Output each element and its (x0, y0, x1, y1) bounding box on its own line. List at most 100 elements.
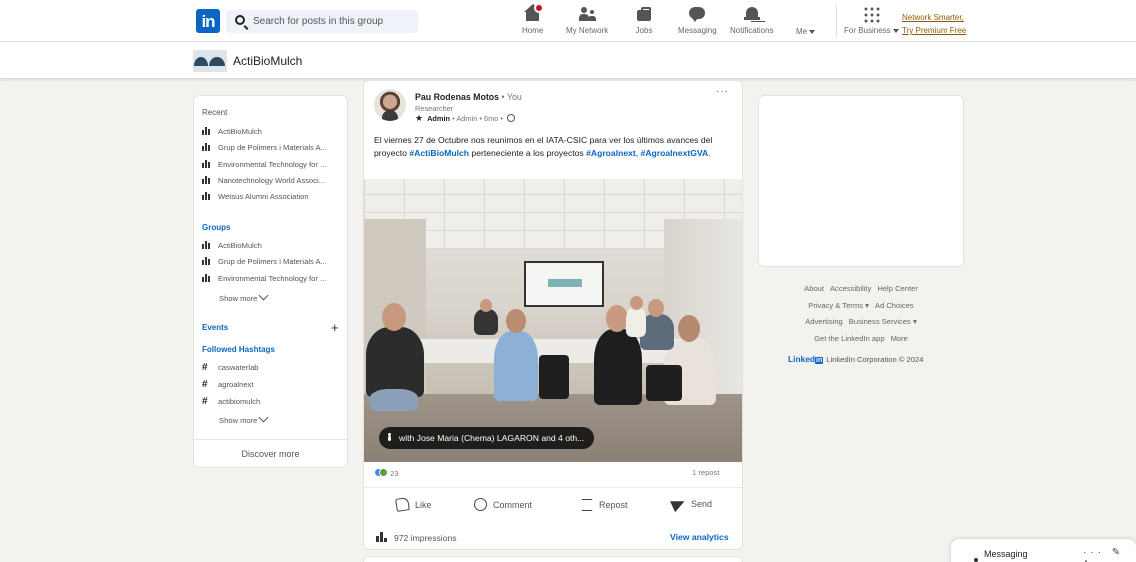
nav-my-network-label: My Network (566, 26, 609, 35)
hashtag-item[interactable]: # agroalnext (202, 379, 342, 390)
footer-link[interactable]: Business Services ▾ (849, 317, 917, 326)
nav-home[interactable]: Home (522, 3, 544, 35)
show-more-hashtags[interactable]: Show more (219, 412, 269, 425)
bar-chart-icon (376, 532, 388, 542)
recent-item[interactable]: Grup de Polimers i Materials A... (202, 143, 342, 152)
premium-link[interactable]: Network Smarter, Try Premium Free (902, 11, 966, 37)
projector-screen (524, 261, 604, 307)
footer-link[interactable]: Privacy & Terms ▾ (808, 301, 869, 310)
impressions: 972 impressions (376, 532, 457, 543)
chat-icon (688, 6, 706, 22)
footer-link[interactable]: Get the LinkedIn app (814, 334, 885, 343)
nav-for-business[interactable]: For Business (844, 6, 899, 35)
status-dot-icon (974, 558, 978, 562)
recent-title: Recent (202, 108, 228, 117)
like-button[interactable]: Like (395, 497, 432, 512)
more-options-icon[interactable]: ··· (716, 86, 729, 97)
messaging-title: Messaging (984, 549, 1028, 559)
chevron-down-icon (258, 412, 269, 423)
group-name[interactable]: ActiBioMulch (233, 54, 302, 68)
briefcase-icon (635, 6, 653, 22)
people-icon (578, 6, 596, 22)
view-analytics-link[interactable]: View analytics (670, 532, 729, 542)
hashtag-icon: # (202, 379, 208, 390)
post-meta-text: • Admin • 6mo • (450, 114, 506, 123)
author-name: Pau Rodenas Motos (415, 92, 500, 102)
group-item[interactable]: ActiBioMulch (202, 241, 342, 250)
copyright: Linkedin LinkedIn Corporation © 2024 (788, 354, 923, 364)
hashtag-link[interactable]: #AgroalnextGVA (641, 148, 709, 158)
linkedin-logo[interactable]: in (196, 9, 220, 33)
post-photo[interactable]: with Jose Maria (Chema) LAGARON and 4 ot… (364, 179, 742, 462)
messaging-controls-icon[interactable]: ··· ✎ ˄ (1083, 547, 1136, 562)
group-item[interactable]: Environmental Technology for ... (202, 274, 342, 283)
comment-icon (474, 498, 487, 511)
author-avatar[interactable] (374, 89, 406, 121)
author-name-line[interactable]: Pau Rodenas Motos • You (415, 92, 522, 102)
reaction-count[interactable]: 23 (374, 468, 399, 478)
nav-notifications-label: Notifications (730, 26, 774, 35)
comment-button[interactable]: Comment (474, 498, 532, 511)
footer-links: About Accessibility Help Center Privacy & … (758, 281, 964, 347)
footer-link[interactable]: Advertising (805, 317, 843, 326)
footer-link[interactable]: Ad Choices (875, 301, 914, 310)
author-role: Researcher (415, 104, 454, 113)
group-icon (202, 127, 211, 135)
home-icon (523, 3, 544, 22)
nav-for-business-label: For Business (844, 26, 891, 35)
show-more-groups[interactable]: Show more (219, 290, 269, 303)
nav-messaging[interactable]: Messaging (678, 6, 717, 35)
premium-line-1: Network Smarter, (902, 13, 964, 22)
group-logo[interactable] (193, 50, 227, 72)
recent-item[interactable]: Environmental Technology for ... (202, 160, 342, 169)
recent-item[interactable]: Wetsus Alumni Association (202, 192, 342, 201)
globe-icon (507, 114, 516, 122)
celebrate-reaction-icon (379, 468, 388, 477)
footer-link[interactable]: More (891, 334, 908, 343)
search-bar[interactable] (226, 10, 418, 33)
nav-notifications[interactable]: Notifications (730, 6, 774, 35)
repost-count[interactable]: 1 repost (692, 468, 719, 477)
tagged-people-badge[interactable]: with Jose Maria (Chema) LAGARON and 4 ot… (379, 427, 595, 449)
hashtags-title[interactable]: Followed Hashtags (202, 345, 275, 354)
chevron-down-icon (258, 290, 269, 301)
nav-jobs[interactable]: Jobs (635, 6, 653, 35)
admin-badge: Admin (427, 114, 451, 123)
group-header: ActiBioMulch (0, 42, 1136, 79)
hashtag-link[interactable]: #ActiBioMulch (409, 148, 469, 158)
hashtag-item[interactable]: # actibiomulch (202, 396, 342, 407)
messaging-overlay[interactable]: Messaging ··· ✎ ˄ (951, 539, 1136, 562)
search-input[interactable] (253, 13, 413, 30)
add-event-icon[interactable]: + (331, 321, 339, 334)
nav-messaging-label: Messaging (678, 26, 717, 35)
group-icon (202, 176, 211, 184)
left-sidebar: Recent ActiBioMulch Grup de Polimers i M… (193, 95, 348, 468)
group-item[interactable]: Grup de Polimers i Materials A... (202, 257, 342, 266)
hashtag-item[interactable]: # caswaterlab (202, 362, 342, 373)
nav-jobs-label: Jobs (635, 26, 653, 35)
send-icon (670, 495, 687, 513)
next-post-card (363, 556, 743, 562)
group-icon (202, 192, 211, 200)
recent-item[interactable]: Nanotechnology World Associ... (202, 176, 342, 185)
footer-link[interactable]: Help Center (877, 284, 918, 293)
events-title[interactable]: Events (202, 323, 228, 332)
avatar (798, 7, 814, 23)
hashtag-icon: # (202, 362, 208, 373)
discover-more-button[interactable]: Discover more (194, 449, 347, 459)
bell-icon (743, 6, 761, 22)
hashtag-link[interactable]: #Agroalnext (586, 148, 636, 158)
footer-link[interactable]: About (804, 284, 824, 293)
premium-line-2: Try Premium Free (902, 26, 967, 35)
linkedin-in-mark: in (815, 357, 824, 364)
nav-me[interactable]: Me (796, 6, 816, 36)
repost-button[interactable]: Repost (580, 498, 628, 511)
send-button[interactable]: Send (670, 495, 712, 513)
recent-item[interactable]: ActiBioMulch (202, 127, 342, 136)
nav-my-network[interactable]: My Network (566, 6, 608, 35)
footer-link[interactable]: Accessibility (830, 284, 871, 293)
group-icon (202, 274, 211, 282)
search-icon (235, 15, 245, 25)
nav-me-label: Me (796, 27, 808, 36)
groups-title[interactable]: Groups (202, 223, 230, 232)
